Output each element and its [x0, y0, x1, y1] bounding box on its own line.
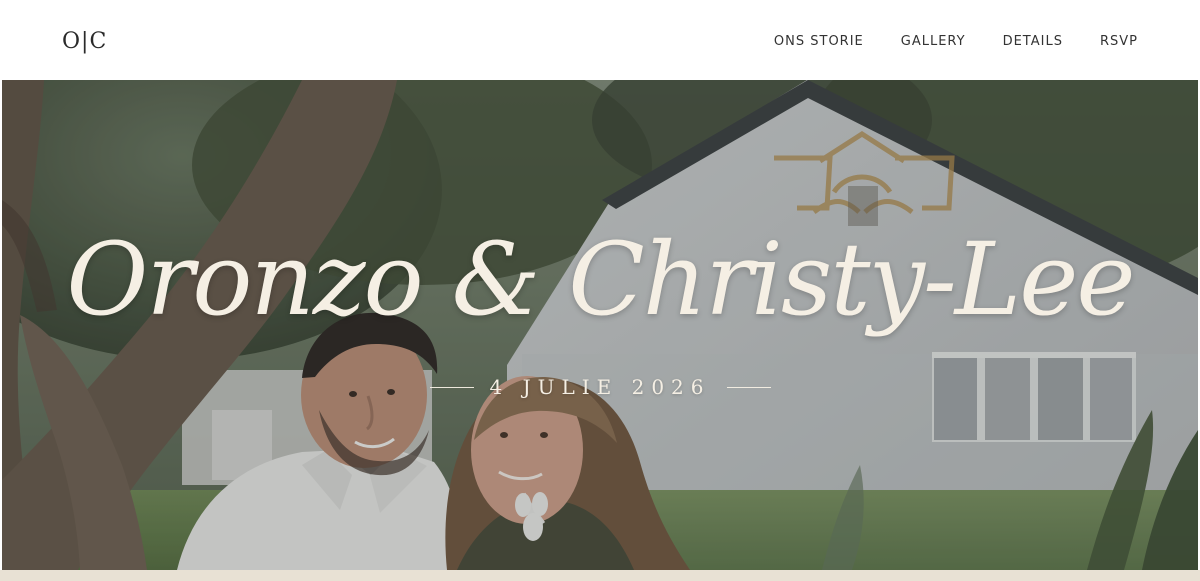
date-right-divider [726, 386, 771, 388]
date-left-divider [429, 386, 474, 388]
hero-title: Oronzo & Christy-Lee [66, 221, 1135, 338]
section-divider-strip [0, 570, 1200, 581]
hero-section: Oronzo & Christy-Lee 4 JULIE 2026 [2, 80, 1198, 570]
site-header: O|C ONS STORIE GALLERY DETAILS RSVP [0, 0, 1200, 80]
nav-link-ons-storie[interactable]: ONS STORIE [774, 34, 864, 50]
nav-link-details[interactable]: DETAILS [1003, 34, 1063, 50]
main-navigation: ONS STORIE GALLERY DETAILS RSVP [774, 34, 1138, 50]
nav-link-gallery[interactable]: GALLERY [901, 34, 966, 50]
hero-date: 4 JULIE 2026 [489, 375, 711, 399]
nav-link-rsvp[interactable]: RSVP [1100, 34, 1138, 50]
wedding-homepage: O|C ONS STORIE GALLERY DETAILS RSVP Oron… [0, 0, 1200, 581]
site-logo[interactable]: O|C [62, 30, 107, 54]
hero-date-row: 4 JULIE 2026 [2, 375, 1198, 399]
